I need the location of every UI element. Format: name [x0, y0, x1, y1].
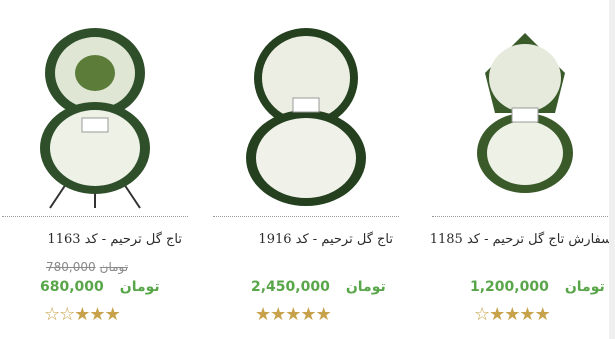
- price: 1,200,000 تومان: [470, 279, 605, 295]
- product-title[interactable]: سفارش تاج گل ترحیم - کد 1185: [430, 232, 612, 247]
- star-filled-icon: ★: [74, 304, 90, 325]
- price-value: 1,200,000: [470, 279, 549, 295]
- star-filled-icon: ★: [489, 304, 505, 325]
- product-title[interactable]: تاج گل ترحیم - کد 1916: [258, 232, 393, 247]
- star-empty-icon: ☆: [474, 304, 490, 325]
- star-empty-icon: ☆: [59, 304, 75, 325]
- scrollbar-track[interactable]: [609, 0, 615, 339]
- product-card-1916[interactable]: تاج گل ترحیم - کد 1916 2,450,000 تومان ★★…: [213, 0, 399, 339]
- price: 680,000 تومان: [40, 279, 160, 295]
- star-filled-icon: ★: [315, 304, 332, 325]
- star-filled-icon: ★: [300, 304, 316, 325]
- product-grid: تاج گل ترحیم - کد 1163 780,000 تومان 680,…: [0, 0, 615, 339]
- price-currency: تومان: [564, 279, 605, 295]
- product-title[interactable]: تاج گل ترحیم - کد 1163: [47, 232, 182, 247]
- product-card-1163[interactable]: تاج گل ترحیم - کد 1163 780,000 تومان 680,…: [2, 0, 188, 339]
- star-empty-icon: ☆: [44, 304, 60, 325]
- rating-stars: ★★★★★: [255, 304, 332, 325]
- rating-stars: ☆★★★★: [474, 304, 551, 325]
- price: 2,450,000 تومان: [251, 279, 386, 295]
- old-price-currency: تومان: [99, 260, 129, 274]
- card-divider: [213, 216, 399, 217]
- card-divider: [2, 216, 188, 217]
- star-filled-icon: ★: [534, 304, 551, 325]
- star-filled-icon: ★: [519, 304, 535, 325]
- product-image-wreath-1163[interactable]: [10, 18, 180, 212]
- old-price: 780,000 تومان: [46, 260, 128, 274]
- star-filled-icon: ★: [285, 304, 301, 325]
- product-image-wreath-1185[interactable]: [440, 18, 610, 212]
- rating-stars: ☆☆★★★: [44, 304, 121, 325]
- star-filled-icon: ★: [270, 304, 286, 325]
- star-filled-icon: ★: [89, 304, 105, 325]
- star-filled-icon: ★: [104, 304, 121, 325]
- product-card-1185[interactable]: سفارش تاج گل ترحیم - کد 1185 1,200,000 تو…: [430, 0, 615, 339]
- old-price-value: 780,000: [46, 260, 96, 274]
- price-value: 2,450,000: [251, 279, 330, 295]
- product-image-wreath-1916[interactable]: [221, 18, 391, 212]
- star-filled-icon: ★: [255, 304, 271, 325]
- price-value: 680,000: [40, 279, 104, 295]
- price-currency: تومان: [119, 279, 160, 295]
- star-filled-icon: ★: [504, 304, 520, 325]
- card-divider: [432, 216, 615, 217]
- price-currency: تومان: [345, 279, 386, 295]
